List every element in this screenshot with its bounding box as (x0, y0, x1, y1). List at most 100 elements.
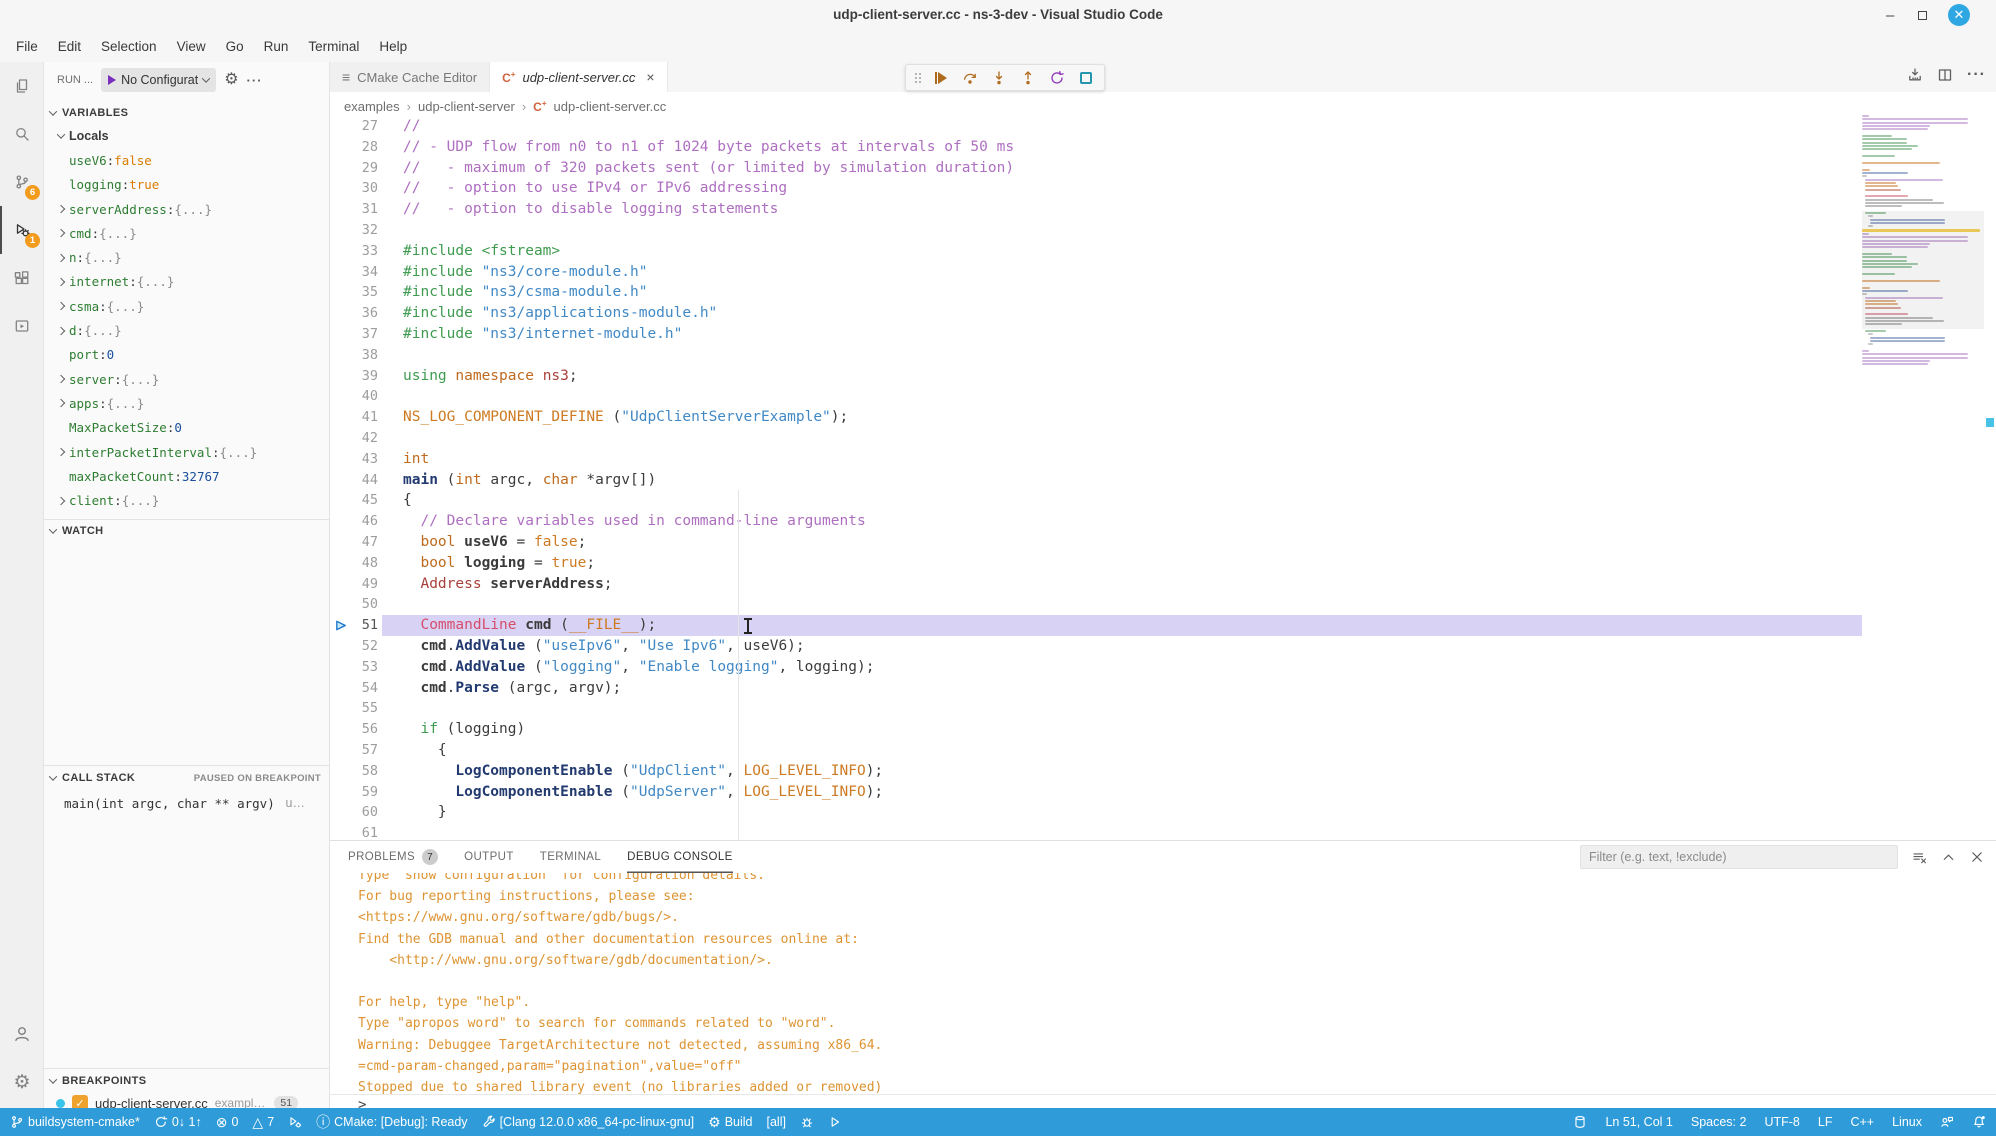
variable-row[interactable]: client: {...} (44, 488, 329, 512)
variable-row[interactable]: useV6: false (44, 148, 329, 172)
minimize-button[interactable]: – (1886, 5, 1894, 25)
activity-test-explorer[interactable] (0, 302, 44, 350)
line-number[interactable]: 61 (330, 823, 378, 840)
status-item-db[interactable] (1573, 1115, 1587, 1129)
line-number[interactable]: 27 (330, 116, 378, 137)
menu-item-edit[interactable]: Edit (48, 35, 91, 58)
drag-handle[interactable] (914, 72, 922, 84)
status-item-debug-alt[interactable] (288, 1115, 302, 1129)
line-number[interactable]: 29 (330, 158, 378, 179)
line-number[interactable]: 55 (330, 698, 378, 719)
breakpoints-section-header[interactable]: BREAKPOINTS (44, 1070, 329, 1092)
status-item--all-[interactable]: [all] (767, 1115, 786, 1129)
variable-row[interactable]: apps: {...} (44, 391, 329, 415)
continue-button[interactable] (931, 68, 951, 88)
menu-item-selection[interactable]: Selection (91, 35, 167, 58)
activity-explorer[interactable] (0, 62, 44, 110)
status-item-play[interactable] (828, 1115, 842, 1129)
expand-icon[interactable] (56, 496, 64, 504)
line-number[interactable]: 33 (330, 241, 378, 262)
expand-icon[interactable] (56, 302, 64, 310)
activity-extensions[interactable] (0, 254, 44, 302)
expand-icon[interactable] (56, 229, 64, 237)
status-item-feedback[interactable] (1940, 1115, 1954, 1129)
variable-row[interactable]: serverAddress: {...} (44, 197, 329, 221)
debug-console-prompt[interactable]: > (330, 1094, 1996, 1108)
expand-icon[interactable] (56, 326, 64, 334)
line-number[interactable]: 59 (330, 782, 378, 803)
variable-row[interactable]: server: {...} (44, 367, 329, 391)
panel-tab-terminal[interactable]: TERMINAL (540, 841, 601, 873)
status-item-linux[interactable]: Linux (1892, 1115, 1922, 1129)
line-number[interactable]: 49 (330, 574, 378, 595)
line-number[interactable]: 39 (330, 366, 378, 387)
status-item-lf[interactable]: LF (1818, 1115, 1833, 1129)
menu-item-help[interactable]: Help (369, 35, 417, 58)
status-item--clang-12-0-0-x86-64-pc-[interactable]: [Clang 12.0.0 x86_64-pc-linux-gnu] (482, 1115, 695, 1129)
maximize-button[interactable] (1918, 5, 1927, 25)
panel-tab-problems[interactable]: PROBLEMS7 (348, 841, 438, 873)
variable-row[interactable]: logging: true (44, 173, 329, 197)
variable-row[interactable]: csma: {...} (44, 294, 329, 318)
editor-scrollbar[interactable] (1984, 115, 1996, 839)
line-number[interactable]: 56 (330, 719, 378, 740)
line-number[interactable]: 38 (330, 345, 378, 366)
breadcrumb-item[interactable]: udp-client-server.cc (554, 99, 667, 114)
expand-icon[interactable] (56, 205, 64, 213)
panel-tab-output[interactable]: OUTPUT (464, 841, 514, 873)
line-number[interactable]: 44 (330, 470, 378, 491)
line-number[interactable]: 57 (330, 740, 378, 761)
line-number[interactable]: 58 (330, 761, 378, 782)
split-editor-icon[interactable] (1937, 67, 1953, 83)
status-item-utf-8[interactable]: UTF-8 (1764, 1115, 1799, 1129)
menu-item-run[interactable]: Run (254, 35, 299, 58)
menu-item-file[interactable]: File (6, 35, 48, 58)
line-number[interactable]: 50 (330, 594, 378, 615)
step-into-button[interactable] (989, 68, 1009, 88)
run-file-icon[interactable] (1907, 67, 1923, 83)
line-number[interactable]: 54 (330, 678, 378, 699)
activity-run-and-debug[interactable]: 1 (0, 206, 44, 254)
activity-search[interactable] (0, 110, 44, 158)
minimap-slider[interactable] (1862, 211, 1984, 329)
expand-icon[interactable] (56, 253, 64, 261)
menu-item-terminal[interactable]: Terminal (298, 35, 369, 58)
close-panel-icon[interactable] (1970, 850, 1984, 864)
status-item-0[interactable]: ⊗0 (216, 1115, 239, 1129)
variable-row[interactable]: maxPacketCount: 32767 (44, 464, 329, 488)
status-item-0-1-[interactable]: 0↓ 1↑ (154, 1115, 202, 1129)
line-number[interactable]: 52 (330, 636, 378, 657)
line-number[interactable]: 36 (330, 303, 378, 324)
expand-icon[interactable] (56, 448, 64, 456)
line-number[interactable]: 32 (330, 220, 378, 241)
expand-icon[interactable] (56, 399, 64, 407)
status-item-build[interactable]: ⚙Build (708, 1115, 752, 1129)
collapse-panel-icon[interactable] (1941, 850, 1956, 865)
tab-udp-client-server-cc[interactable]: C+udp-client-server.cc× (490, 62, 667, 92)
variable-row[interactable]: interPacketInterval: {...} (44, 440, 329, 464)
variables-scope-locals[interactable]: Locals (44, 124, 329, 148)
console-filter-input[interactable] (1580, 845, 1898, 869)
code-editor[interactable]: 27//28// - UDP flow from n0 to n1 of 102… (330, 116, 1862, 840)
line-number[interactable]: 30 (330, 178, 378, 199)
line-number[interactable]: 47 (330, 532, 378, 553)
variable-row[interactable]: internet: {...} (44, 270, 329, 294)
line-number[interactable]: 35 (330, 282, 378, 303)
status-item-c-[interactable]: C++ (1850, 1115, 1874, 1129)
launch-configuration-dropdown[interactable]: No Configurat (101, 68, 216, 92)
step-out-button[interactable] (1018, 68, 1038, 88)
activity-settings[interactable]: ⚙ (0, 1058, 44, 1106)
menu-item-go[interactable]: Go (216, 35, 254, 58)
line-number[interactable]: 60 (330, 802, 378, 823)
variable-row[interactable]: n: {...} (44, 245, 329, 269)
activity-source-control[interactable]: 6 (0, 158, 44, 206)
breadcrumb-item[interactable]: udp-client-server (418, 99, 515, 114)
watch-section-header[interactable]: WATCH (44, 520, 329, 542)
close-window-button[interactable]: ✕ (1948, 4, 1970, 26)
variable-row[interactable]: cmd: {...} (44, 221, 329, 245)
line-number[interactable]: 40 (330, 386, 378, 407)
call-stack-section-header[interactable]: CALL STACK PAUSED ON BREAKPOINT (44, 767, 329, 789)
clear-console-icon[interactable] (1912, 850, 1927, 865)
variable-row[interactable]: MaxPacketSize: 0 (44, 416, 329, 440)
line-number[interactable]: 42 (330, 428, 378, 449)
